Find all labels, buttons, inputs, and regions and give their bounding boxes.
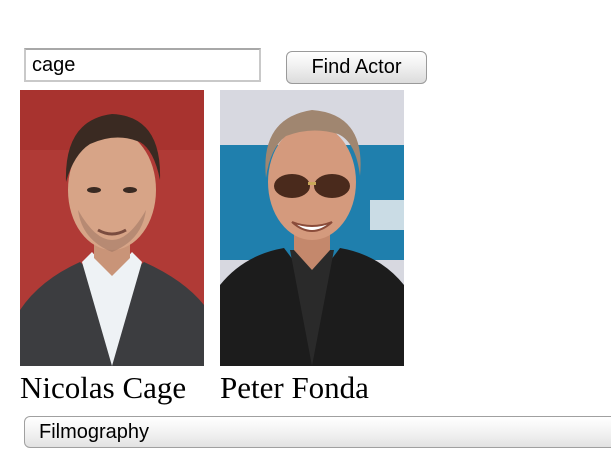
actor-result-card[interactable]: Nicolas Cage — [20, 90, 220, 406]
search-input[interactable] — [24, 48, 261, 82]
actor-search-page: Find Actor Nicolas Cage — [0, 0, 611, 457]
filmography-select[interactable]: Filmography — [24, 416, 611, 448]
actor-name[interactable]: Nicolas Cage — [20, 370, 220, 406]
actor-photo[interactable] — [20, 90, 204, 366]
actor-name[interactable]: Peter Fonda — [220, 370, 420, 406]
actor-photo[interactable] — [220, 90, 404, 366]
actor-result-card[interactable]: Peter Fonda — [220, 90, 420, 406]
find-actor-button[interactable]: Find Actor — [286, 51, 427, 84]
